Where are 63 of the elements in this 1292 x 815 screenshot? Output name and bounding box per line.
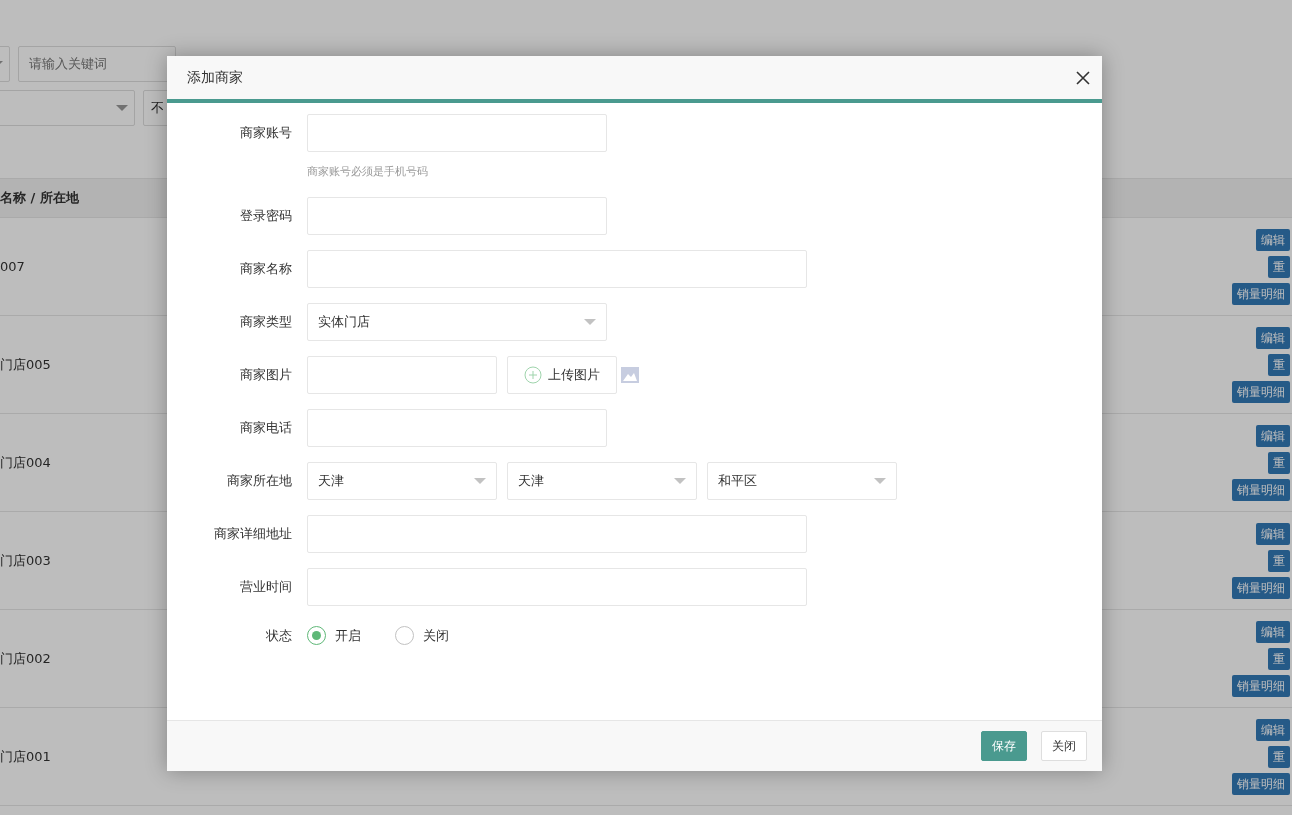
field-label: 营业时间 xyxy=(239,577,292,596)
action-button[interactable]: 重 xyxy=(1268,255,1290,278)
action-button[interactable]: 重 xyxy=(1268,647,1290,670)
field-label: 商家所在地 xyxy=(226,471,292,490)
table-cell-text: 007 xyxy=(0,257,25,276)
radio-option[interactable]: 开启 xyxy=(307,625,361,645)
table-cell-text: 门店001 xyxy=(0,747,51,766)
field-label: 状态 xyxy=(265,626,292,645)
upload-button[interactable]: 上传图片 xyxy=(507,355,617,394)
caret-icon xyxy=(474,477,486,484)
input-field[interactable] xyxy=(307,196,607,235)
action-button[interactable]: 编辑 xyxy=(1256,522,1290,545)
field-label: 商家图片 xyxy=(239,365,292,384)
input-field[interactable] xyxy=(307,408,607,447)
action-button[interactable]: 销量明细 xyxy=(1232,380,1290,403)
image-icon xyxy=(621,366,639,383)
table-cell-text: 门店003 xyxy=(0,551,51,570)
caret-icon xyxy=(874,477,886,484)
action-button[interactable]: 编辑 xyxy=(1256,228,1290,251)
select-field[interactable]: 天津 xyxy=(507,461,697,500)
action-button[interactable]: 编辑 xyxy=(1256,424,1290,447)
input-field[interactable] xyxy=(307,567,807,606)
action-button[interactable]: 销量明细 xyxy=(1232,282,1290,305)
field-label: 商家名称 xyxy=(239,259,292,278)
save-button[interactable]: 保存 xyxy=(981,731,1027,761)
input-field[interactable] xyxy=(307,355,497,394)
action-button[interactable]: 销量明细 xyxy=(1232,772,1290,795)
close-icon[interactable] xyxy=(1076,70,1090,85)
table-cell-text: 门店004 xyxy=(0,453,51,472)
action-button[interactable]: 销量明细 xyxy=(1232,674,1290,697)
action-button[interactable]: 编辑 xyxy=(1256,620,1290,643)
caret-icon xyxy=(584,318,596,325)
search-field[interactable]: 请输入关键词 xyxy=(18,46,176,82)
caret-icon xyxy=(115,105,128,111)
field-label: 商家账号 xyxy=(239,124,292,143)
dialog-title: 添加商家 xyxy=(187,68,243,87)
input-field[interactable] xyxy=(307,114,607,152)
help-text: 商家账号必须是手机号码 xyxy=(307,164,429,180)
field-label: 登录密码 xyxy=(239,206,292,225)
column-header: 名称 / 所在地 xyxy=(0,189,79,208)
action-button[interactable]: 重 xyxy=(1268,549,1290,572)
action-button[interactable]: 编辑 xyxy=(1256,326,1290,349)
field-label: 商家类型 xyxy=(239,312,292,331)
action-button[interactable]: 销量明细 xyxy=(1232,478,1290,501)
action-button[interactable]: 重 xyxy=(1268,353,1290,376)
field-label: 商家详细地址 xyxy=(213,524,292,543)
table-cell-text: 门店005 xyxy=(0,355,51,374)
input-field[interactable] xyxy=(307,514,807,553)
select-field[interactable] xyxy=(0,90,135,126)
field-label: 商家电话 xyxy=(239,418,292,437)
action-button[interactable]: 重 xyxy=(1268,745,1290,768)
action-button[interactable]: 销量明细 xyxy=(1232,576,1290,599)
close-button[interactable]: 关闭 xyxy=(1041,731,1087,761)
radio-option[interactable]: 关闭 xyxy=(395,625,449,645)
select-field[interactable]: 实体门店 xyxy=(307,302,607,341)
table-cell-text: 门店002 xyxy=(0,649,51,668)
plus-icon xyxy=(524,365,542,384)
select-field[interactable]: 天津 xyxy=(307,461,497,500)
input-field[interactable] xyxy=(307,249,807,288)
action-button[interactable]: 编辑 xyxy=(1256,718,1290,741)
caret-icon xyxy=(674,477,686,484)
select-field[interactable]: 和平区 xyxy=(707,461,897,500)
action-button[interactable]: 重 xyxy=(1268,451,1290,474)
